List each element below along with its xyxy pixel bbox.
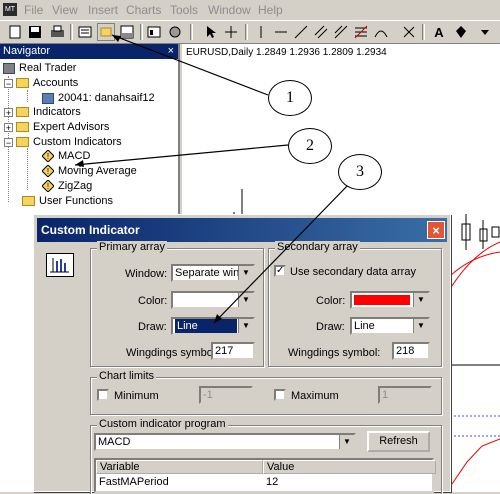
callout-1: 1: [268, 80, 312, 116]
annotation-arrowhead: [75, 160, 84, 167]
annotation-arrow: [111, 34, 269, 96]
annotation-overlay: [74, 34, 351, 324]
callout-3: 3: [338, 154, 382, 190]
annotation-arrowhead: [112, 35, 121, 42]
callout-2: 2: [288, 128, 332, 164]
annotation-arrow: [74, 144, 289, 166]
annotation-arrow: [213, 182, 351, 324]
